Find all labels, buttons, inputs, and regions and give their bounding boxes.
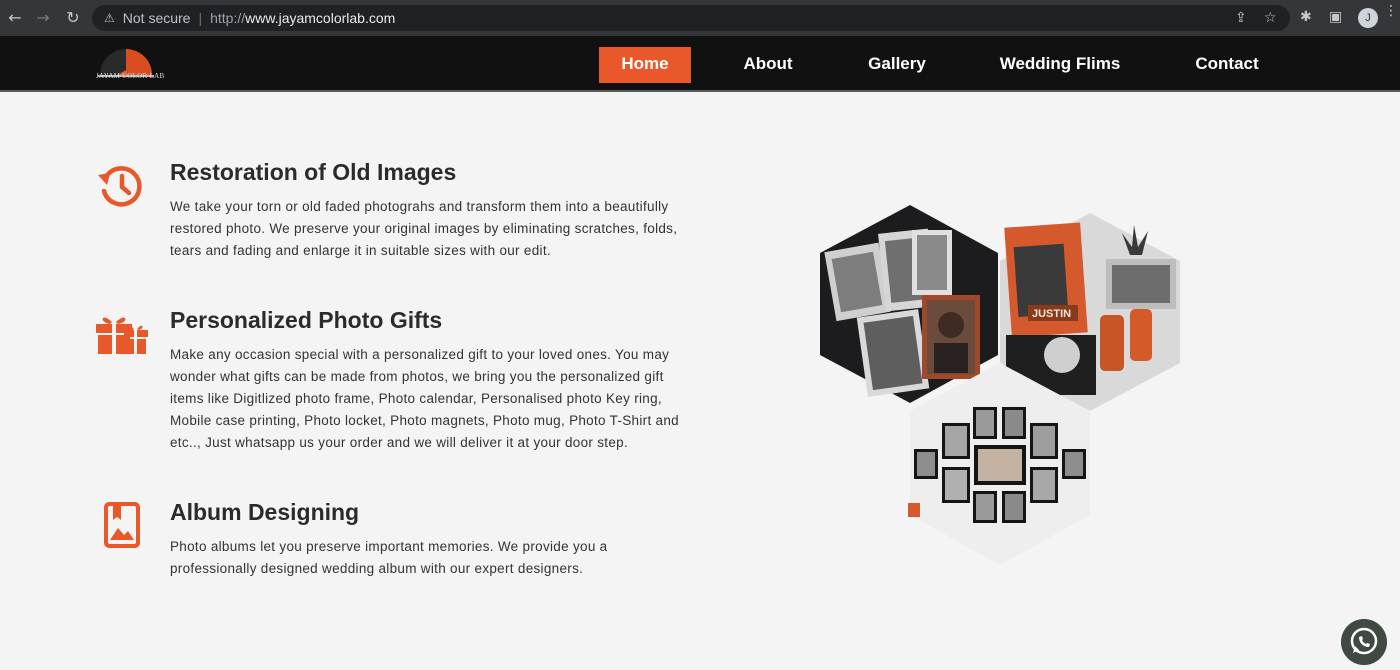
desc-line: Make any occasion special with a persona… bbox=[170, 347, 670, 362]
logo-text: JAYAM COLOR LAB bbox=[96, 72, 165, 80]
warning-icon: ⚠ bbox=[104, 11, 115, 25]
url-prefix: http:// bbox=[210, 10, 246, 26]
nav-wedding-flims[interactable]: Wedding Flims bbox=[986, 47, 1134, 83]
back-arrow-icon[interactable]: ← bbox=[6, 9, 24, 27]
desc-line: professionally designed wedding album wi… bbox=[170, 561, 584, 576]
feature-description: We take your torn or old faded photograh… bbox=[170, 196, 690, 262]
forward-arrow-icon[interactable]: → bbox=[34, 9, 52, 27]
photo-collage: JUSTIN bbox=[820, 205, 1180, 565]
bookmark-star-icon[interactable]: ☆ bbox=[1264, 10, 1277, 26]
desc-line: items like Digitlized photo frame, Photo… bbox=[170, 391, 662, 406]
nav-home[interactable]: Home bbox=[599, 47, 691, 83]
desc-line: etc.., Just whatsapp us your order and w… bbox=[170, 435, 629, 450]
desc-line: We take your torn or old faded photograh… bbox=[170, 199, 669, 214]
share-icon[interactable]: ⇪ bbox=[1235, 10, 1247, 26]
address-bar[interactable]: ⚠ Not secure | http://www.jayamcolorlab.… bbox=[92, 5, 1290, 31]
feature-description: Make any occasion special with a persona… bbox=[170, 344, 690, 454]
feature-description: Photo albums let you preserve important … bbox=[170, 536, 690, 580]
whatsapp-icon[interactable] bbox=[1341, 619, 1387, 665]
address-separator: | bbox=[198, 10, 203, 26]
nav-contact[interactable]: Contact bbox=[1179, 47, 1275, 83]
site-header: JAYAM COLOR LAB Home About Gallery Weddi… bbox=[0, 36, 1400, 92]
extensions-puzzle-icon[interactable]: ✱ bbox=[1300, 9, 1312, 25]
feature-title: Personalized Photo Gifts bbox=[170, 307, 443, 333]
menu-kebab-icon[interactable]: ⋮ bbox=[1384, 4, 1398, 18]
profile-avatar[interactable]: J bbox=[1358, 8, 1378, 28]
album-icon bbox=[104, 502, 140, 548]
gift-icon bbox=[96, 317, 148, 354]
nav-gallery[interactable]: Gallery bbox=[853, 47, 941, 83]
feature-title: Album Designing bbox=[170, 499, 360, 525]
desc-line: tears and fading and enlarge it in suita… bbox=[170, 243, 551, 258]
url-host: www.jayamcolorlab.com bbox=[245, 10, 396, 26]
side-panel-icon[interactable]: ▣ bbox=[1329, 9, 1342, 25]
browser-toolbar: ← → ↻ ⚠ Not secure | http://www.jayamcol… bbox=[0, 0, 1400, 36]
desc-line: Photo albums let you preserve important … bbox=[170, 539, 608, 554]
desc-line: Mobile case printing, Photo locket, Phot… bbox=[170, 413, 679, 428]
nav-about[interactable]: About bbox=[729, 47, 807, 83]
feature-title: Restoration of Old Images bbox=[170, 159, 457, 185]
desc-line: wonder what gifts can be made from photo… bbox=[170, 369, 664, 384]
security-status: Not secure bbox=[122, 10, 191, 26]
history-icon bbox=[98, 166, 142, 207]
collage-justin-text: JUSTIN bbox=[1032, 308, 1071, 320]
restoration-hexagon bbox=[820, 205, 998, 403]
desc-line: restored photo. We preserve your origina… bbox=[170, 221, 678, 236]
reload-icon[interactable]: ↻ bbox=[64, 9, 82, 27]
